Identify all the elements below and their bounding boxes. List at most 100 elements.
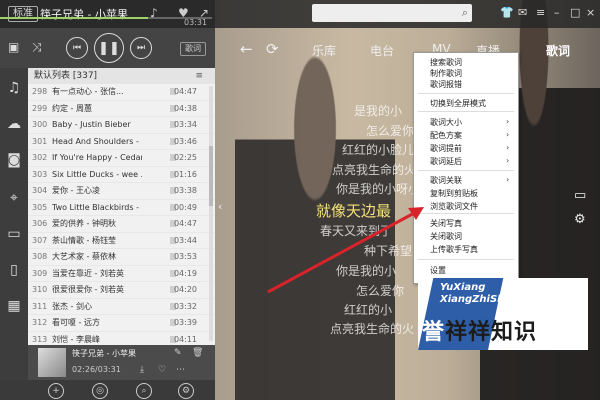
row-title: 看可嗄 - 远方: [52, 318, 100, 327]
playlist-row[interactable]: 303 Six Little Ducks - wee ... 01:16: [28, 167, 215, 183]
locate-icon[interactable]: ◎: [92, 383, 108, 399]
row-duration: 02:25: [173, 153, 197, 162]
share-icon[interactable]: ↗: [199, 6, 209, 20]
playlist-row[interactable]: 307 茶山情歌 - 杨钰莹 03:44: [28, 233, 215, 249]
edit-icon[interactable]: ✎: [174, 348, 182, 358]
playlist-header[interactable]: 默认列表 [337] ≡: [28, 68, 215, 84]
tab-library[interactable]: 乐库: [312, 42, 336, 59]
context-menu-item[interactable]: 配色方案 ›: [430, 130, 509, 141]
row-duration: 03:38: [173, 186, 197, 195]
more-icon[interactable]: ⋯: [176, 365, 185, 375]
menu-icon[interactable]: ≡: [536, 6, 545, 19]
tab-lyrics[interactable]: 歌词: [546, 42, 570, 59]
playlist-scrollbar[interactable]: [209, 86, 213, 341]
playlist-row[interactable]: 302 If You're Happy - Cedar... 02:25: [28, 150, 215, 167]
menu-separator: [418, 213, 514, 214]
watermark-en-line2: XiangZhiShi: [440, 294, 508, 305]
previous-button[interactable]: ⏮: [66, 37, 88, 59]
play-mode-button[interactable]: 标准: [8, 6, 38, 22]
phone-icon[interactable]: ▯: [6, 262, 22, 278]
playlist-row[interactable]: 301 Head And Shoulders - Ki... 03:46: [28, 134, 215, 150]
search-list-icon[interactable]: ⌕: [136, 383, 152, 399]
back-icon[interactable]: ←: [240, 40, 253, 58]
row-duration: 03:34: [173, 120, 197, 129]
context-menu-item[interactable]: 歌词关联 ›: [430, 175, 509, 186]
minimize-icon[interactable]: –: [554, 6, 560, 19]
download-icon[interactable]: ⤓: [140, 365, 144, 375]
context-menu-item[interactable]: 切换到全屏模式: [430, 98, 486, 109]
playlist-row[interactable]: 300 Baby - Justin Bieber 03:34: [28, 117, 215, 134]
settings-icon[interactable]: ⚙: [178, 383, 194, 399]
mini-mode-icon[interactable]: ▣: [8, 40, 19, 54]
playlist-row[interactable]: 304 爱你 - 王心凌 03:38: [28, 183, 215, 200]
context-menu-item[interactable]: 搜索歌词: [430, 57, 462, 68]
album-cover[interactable]: [38, 348, 66, 377]
delete-icon[interactable]: 🗑: [192, 348, 203, 358]
close-icon[interactable]: ×: [586, 6, 595, 19]
monitor-icon[interactable]: ▭: [6, 226, 22, 242]
context-menu-item[interactable]: 关闭写真: [430, 218, 462, 229]
menu-item-label: 关闭写真: [430, 219, 462, 228]
heart-outline-icon[interactable]: ♡: [158, 365, 166, 375]
context-menu-item[interactable]: 上传歌手写真: [430, 244, 478, 255]
collapse-left-icon[interactable]: ‹: [218, 200, 222, 213]
volume-icon[interactable]: ♪: [150, 6, 158, 20]
context-menu-item[interactable]: 设置: [430, 265, 446, 276]
row-title: Baby - Justin Bieber: [52, 120, 131, 129]
add-icon[interactable]: +: [48, 383, 64, 399]
context-menu-item[interactable]: 歌词大小 ›: [430, 117, 509, 128]
context-menu-item[interactable]: 歌词延后 ›: [430, 156, 509, 167]
watermark-en-line1: YuXiang: [440, 282, 486, 293]
next-button[interactable]: ⏭: [130, 37, 152, 59]
playlist-row[interactable]: 308 大艺术家 - 蔡依林 03:53: [28, 249, 215, 266]
search-icon[interactable]: ⌕: [462, 6, 468, 20]
playlist-row[interactable]: 309 当爱在靠近 - 刘若英 04:19: [28, 266, 215, 282]
location-icon[interactable]: ⌖: [6, 190, 22, 206]
playlist-row[interactable]: 311 张杰 - 剑心 03:32: [28, 299, 215, 315]
row-duration: 04:47: [173, 219, 197, 228]
row-title: 大艺术家 - 蔡依林: [52, 252, 116, 261]
lyrics-mode-select[interactable]: 歌词: [180, 42, 206, 56]
search-input[interactable]: ⌕: [312, 4, 472, 22]
playlist-row[interactable]: 312 看可嗄 - 远方 03:39: [28, 315, 215, 332]
skin-icon[interactable]: 👕: [500, 6, 514, 19]
refresh-icon[interactable]: ⟳: [266, 40, 279, 58]
now-playing-title: 筷子兄弟 - 小苹果: [40, 8, 128, 21]
submenu-arrow-icon: ›: [506, 130, 510, 139]
menu-item-label: 切换到全屏模式: [430, 99, 486, 108]
title-bar: 标准 筷子兄弟 - 小苹果 03:31 ♪ ♥ ↗ ⌕ 👕 ✉ ≡ – □ ×: [0, 0, 600, 28]
context-menu-item[interactable]: 关闭歌词: [430, 231, 462, 242]
context-menu-item[interactable]: 浏览歌词文件: [430, 201, 478, 212]
music-note-icon[interactable]: ♫: [6, 80, 22, 96]
playlist-row[interactable]: 306 爱的供养 - 钟明秋 04:47: [28, 216, 215, 233]
context-menu-item[interactable]: 歌词报错: [430, 79, 462, 90]
shuffle-icon[interactable]: ⤨: [32, 40, 42, 55]
menu-item-label: 搜索歌词: [430, 58, 462, 67]
scrollbar-thumb[interactable]: [209, 146, 213, 206]
row-title: If You're Happy - Cedar...: [52, 153, 142, 162]
context-menu-item[interactable]: 歌词提前 ›: [430, 143, 509, 154]
submenu-arrow-icon: ›: [506, 156, 510, 165]
row-duration: 03:44: [173, 235, 197, 245]
context-menu-item[interactable]: 制作歌词: [430, 68, 462, 79]
context-menu-item[interactable]: 复制到剪贴板: [430, 188, 478, 199]
desktop-lyrics-icon[interactable]: ▭: [574, 188, 586, 203]
pause-button[interactable]: ❚❚: [94, 33, 124, 63]
tab-radio[interactable]: 电台: [370, 42, 394, 59]
lyric-line: 怎么爱你: [356, 284, 405, 298]
radio-icon[interactable]: ◙: [6, 152, 22, 168]
row-number: 301: [32, 136, 48, 146]
lyrics-settings-icon[interactable]: ⚙: [574, 212, 586, 227]
playlist-row[interactable]: 305 Two Little Blackbirds - ... 00:49: [28, 200, 215, 216]
apps-grid-icon[interactable]: ▦: [6, 298, 22, 314]
playlist-menu-icon[interactable]: ≡: [195, 68, 203, 84]
cloud-icon[interactable]: ☁: [6, 116, 22, 132]
mail-icon[interactable]: ✉: [518, 6, 527, 19]
row-title: 很爱很爱你 - 刘若英: [52, 285, 124, 294]
lyric-line: 点亮我生命的火: [330, 322, 415, 336]
heart-icon[interactable]: ♥: [178, 6, 189, 20]
playlist-row[interactable]: 310 很爱很爱你 - 刘若英 04:20: [28, 282, 215, 299]
restore-icon[interactable]: □: [570, 6, 580, 19]
playlist-row[interactable]: 299 约定 - 周蕙 04:38: [28, 101, 215, 117]
playlist-row[interactable]: 298 有一点动心 - 张信... 04:47: [28, 84, 215, 101]
